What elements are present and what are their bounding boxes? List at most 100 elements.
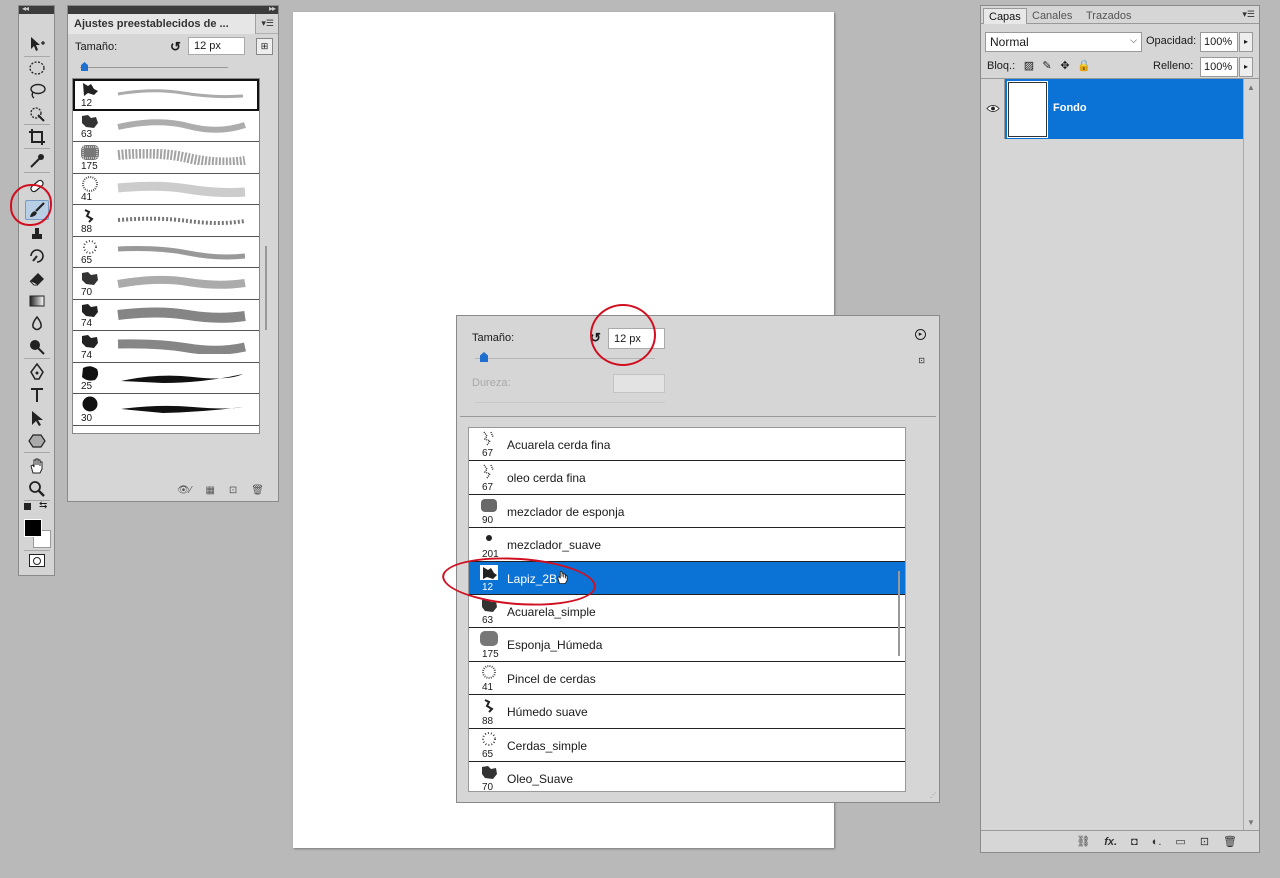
eyedropper-tool[interactable] — [25, 151, 49, 171]
brush-tip-icon — [82, 303, 98, 317]
fill-input[interactable]: 100% — [1200, 57, 1238, 77]
picker-brush-item[interactable]: 41 Pincel de cerdas — [469, 662, 905, 696]
adjustment-icon[interactable]: ◐. — [1152, 836, 1162, 848]
blend-mode-select[interactable]: Normal ⌵ — [985, 32, 1142, 52]
tools-panel: ◂◂ ⇆ — [18, 4, 55, 576]
picker-brush-item[interactable]: 65 Cerdas_simple — [469, 729, 905, 762]
scroll-up-icon[interactable]: ▲ — [1247, 83, 1255, 92]
picker-brush-item[interactable]: 90 mezclador de esponja — [469, 495, 905, 529]
lock-label: Bloq.: — [987, 60, 1016, 72]
brush-stroke-preview — [117, 149, 246, 165]
brush-preset-item[interactable]: 88 — [73, 205, 259, 237]
picker-menu-icon[interactable]: ▸ — [915, 329, 926, 340]
size-slider-thumb[interactable] — [81, 62, 88, 71]
move-tool[interactable] — [25, 34, 49, 54]
new-layer-icon[interactable]: ⊡ — [1200, 835, 1209, 848]
eraser-tool[interactable] — [25, 268, 49, 288]
brush-tip-icon — [81, 145, 99, 160]
quick-mask-icon[interactable] — [29, 554, 45, 567]
size-input[interactable]: 12 px — [188, 37, 245, 55]
brush-preset-item[interactable]: 175 — [73, 142, 259, 174]
presets-panel-title[interactable]: Ajustes preestablecidos de ... — [68, 14, 256, 34]
brush-stroke-preview — [121, 373, 243, 383]
presets-scrollbar[interactable] — [265, 246, 267, 330]
pencil-stamp-tool[interactable] — [25, 224, 49, 244]
panel-menu-icon[interactable]: ▾☰ — [261, 18, 274, 29]
brush-preset-item[interactable]: 70 — [73, 268, 259, 300]
link-icon[interactable]: ⛓ — [1076, 835, 1090, 848]
size-slider[interactable] — [68, 60, 278, 74]
lock-transparency-icon[interactable]: ▨ — [1023, 60, 1035, 72]
picker-size-label: Tamaño: — [472, 332, 515, 344]
default-colors-icon[interactable] — [24, 503, 31, 510]
brush-preset-item[interactable]: 30 — [73, 394, 259, 426]
tab-paths[interactable]: Trazados — [1081, 8, 1136, 24]
swap-colors-icon[interactable]: ⇆ — [39, 500, 47, 511]
gradient-tool[interactable] — [25, 291, 49, 311]
type-tool[interactable] — [25, 385, 49, 405]
brush-tip-icon — [83, 83, 98, 96]
crop-tool[interactable] — [25, 127, 49, 147]
panel-menu-icon[interactable]: ▾☰ — [1242, 9, 1255, 20]
tab-channels[interactable]: Canales — [1027, 8, 1077, 24]
brush-preset-item[interactable]: 63 — [73, 111, 259, 142]
brush-preset-item[interactable]: 25 — [73, 363, 259, 394]
shape-tool[interactable] — [25, 431, 49, 451]
brush-visibility-icon[interactable]: 👁⁄ — [177, 485, 191, 496]
brush-preset-item[interactable]: 65 — [73, 237, 259, 268]
foreground-color-swatch[interactable] — [24, 519, 42, 537]
resize-grip[interactable]: ⋰ — [930, 792, 936, 799]
brush-preset-item[interactable]: 41 — [73, 174, 259, 205]
lock-pixels-icon[interactable]: ✎ — [1041, 60, 1053, 72]
lock-all-icon[interactable]: 🔒 — [1077, 60, 1091, 72]
brush-tip-icon — [83, 239, 97, 254]
mask-icon[interactable]: ◘ — [1131, 836, 1138, 848]
layer-visibility-toggle[interactable] — [981, 79, 1005, 139]
lasso-tool[interactable] — [25, 81, 49, 101]
layer-row[interactable]: Fondo — [981, 79, 1243, 139]
picker-scrollbar[interactable] — [898, 571, 900, 656]
trash-icon[interactable]: 🗑 — [1223, 835, 1237, 848]
brush-preset-item[interactable]: 12 — [73, 79, 259, 111]
picker-brush-item[interactable]: 88 Húmedo suave — [469, 695, 905, 729]
lock-position-icon[interactable]: ✥ — [1059, 60, 1071, 72]
group-icon[interactable]: ▭ — [1175, 835, 1185, 848]
picker-brush-item[interactable]: 70 Oleo_Suave — [469, 762, 905, 791]
presets-dragbar[interactable]: ▸▸ — [68, 4, 278, 14]
new-preset-icon[interactable]: ⊡ — [229, 485, 237, 496]
opacity-input[interactable]: 100% — [1200, 32, 1238, 52]
fill-arrow-button[interactable]: ▸ — [1239, 57, 1253, 77]
toggle-brush-panel-button[interactable]: ⊞ — [256, 38, 273, 55]
trash-icon[interactable]: 🗑 — [251, 485, 264, 496]
picker-brush-item[interactable]: 201 mezclador_suave — [469, 528, 905, 562]
opacity-arrow-button[interactable]: ▸ — [1239, 32, 1253, 52]
brush-preset-item[interactable]: 74 — [73, 300, 259, 331]
reset-size-icon[interactable]: ↺ — [170, 39, 181, 55]
brush-preset-item[interactable] — [73, 426, 259, 434]
tab-layers[interactable]: Capas — [983, 8, 1027, 24]
layers-scrollbar[interactable]: ▲ ▼ — [1243, 79, 1257, 831]
quick-select-tool[interactable] — [25, 104, 49, 124]
picker-brush-item[interactable]: 67 oleo cerda fina — [469, 461, 905, 495]
brush-stroke-preview — [117, 118, 246, 133]
history-brush-tool[interactable] — [25, 246, 49, 266]
hand-tool[interactable] — [25, 456, 49, 476]
zoom-tool[interactable] — [25, 479, 49, 499]
path-select-tool[interactable] — [25, 408, 49, 428]
picker-size-slider-thumb[interactable] — [480, 352, 488, 362]
fx-icon[interactable]: fx. — [1104, 836, 1117, 848]
brush-grid-icon[interactable]: ▦ — [205, 485, 214, 496]
scroll-down-icon[interactable]: ▼ — [1247, 818, 1255, 827]
picker-brush-list: 67 Acuarela cerda fina 67 oleo cerda fin… — [468, 427, 906, 792]
picker-brush-item[interactable]: 67 Acuarela cerda fina — [469, 428, 905, 462]
tools-panel-dragbar[interactable]: ◂◂ — [19, 4, 54, 14]
lasso-icon — [30, 83, 46, 99]
picker-brush-item[interactable]: 175 Esponja_Húmeda — [469, 628, 905, 662]
blur-tool[interactable] — [25, 314, 49, 334]
brush-tip-icon — [82, 114, 98, 128]
marquee-tool[interactable] — [25, 58, 49, 78]
pen-tool[interactable] — [25, 362, 49, 382]
brush-preset-item[interactable]: 74 — [73, 331, 259, 363]
dodge-tool[interactable] — [25, 337, 49, 357]
new-preset-icon[interactable]: ⊡ — [918, 356, 925, 365]
